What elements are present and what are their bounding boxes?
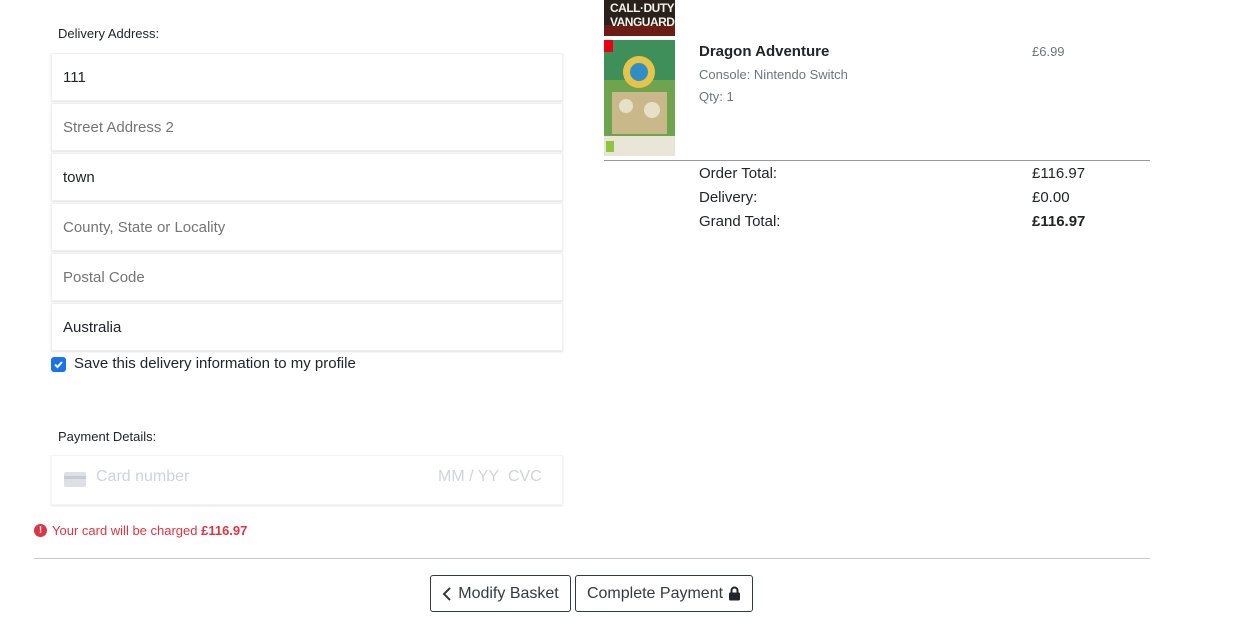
product-price: £6.99	[1032, 44, 1065, 59]
complete-payment-button[interactable]: Complete Payment	[575, 575, 753, 612]
order-total-value: £116.97	[1032, 165, 1086, 182]
country-input[interactable]	[52, 304, 562, 350]
postal-code-input[interactable]	[52, 254, 562, 300]
card-number-placeholder[interactable]: Card number	[96, 468, 189, 486]
lock-icon	[729, 586, 741, 601]
delivery-value: £0.00	[1032, 189, 1070, 206]
cover-text: CALL·DUTY VANGUARD	[610, 1, 675, 29]
product-image-call-of-duty[interactable]: CALL·DUTY VANGUARD	[604, 0, 675, 36]
save-info-checkbox[interactable]	[51, 357, 66, 372]
postal-code-field[interactable]	[51, 253, 563, 301]
charge-notice-text: Your card will be charged	[52, 523, 202, 538]
save-info-label[interactable]: Save this delivery information to my pro…	[74, 355, 356, 372]
payment-details-label: Payment Details:	[58, 429, 157, 444]
product-qty: Qty: 1	[699, 89, 734, 104]
product-image-dragon-adventure[interactable]	[604, 40, 675, 156]
street-address-1-input[interactable]	[52, 54, 562, 100]
checkmark-icon	[54, 361, 63, 369]
chevron-left-icon	[442, 586, 451, 601]
county-input[interactable]	[52, 204, 562, 250]
complete-payment-label: Complete Payment	[586, 584, 724, 602]
county-field[interactable]	[51, 203, 563, 251]
grand-total-value: £116.97	[1032, 213, 1086, 230]
grand-total-label: Grand Total:	[699, 213, 781, 230]
exclamation-circle-icon: !	[34, 524, 47, 537]
street-address-2-field[interactable]	[51, 103, 563, 151]
town-input[interactable]	[52, 154, 562, 200]
divider	[34, 558, 1150, 559]
order-total-label: Order Total:	[699, 165, 778, 182]
town-field[interactable]	[51, 153, 563, 201]
credit-card-icon	[64, 472, 86, 487]
product-title: Dragon Adventure	[699, 43, 830, 60]
card-cvc-placeholder[interactable]: CVC	[508, 468, 542, 486]
modify-basket-button[interactable]: Modify Basket	[430, 575, 571, 612]
delivery-label: Delivery:	[699, 189, 758, 206]
street-address-2-input[interactable]	[52, 104, 562, 150]
product-console: Console: Nintendo Switch	[699, 67, 848, 82]
delivery-address-label: Delivery Address:	[58, 26, 160, 41]
charge-notice: ! Your card will be charged £116.97	[34, 523, 247, 538]
summary-divider	[604, 160, 1150, 161]
street-address-1-field[interactable]	[51, 53, 563, 101]
card-expiry-placeholder[interactable]: MM / YY	[438, 468, 499, 486]
charge-amount: £116.97	[201, 523, 248, 538]
modify-basket-label: Modify Basket	[458, 584, 559, 602]
country-field[interactable]	[51, 303, 563, 351]
card-element[interactable]: Card number MM / YY CVC	[51, 455, 563, 505]
